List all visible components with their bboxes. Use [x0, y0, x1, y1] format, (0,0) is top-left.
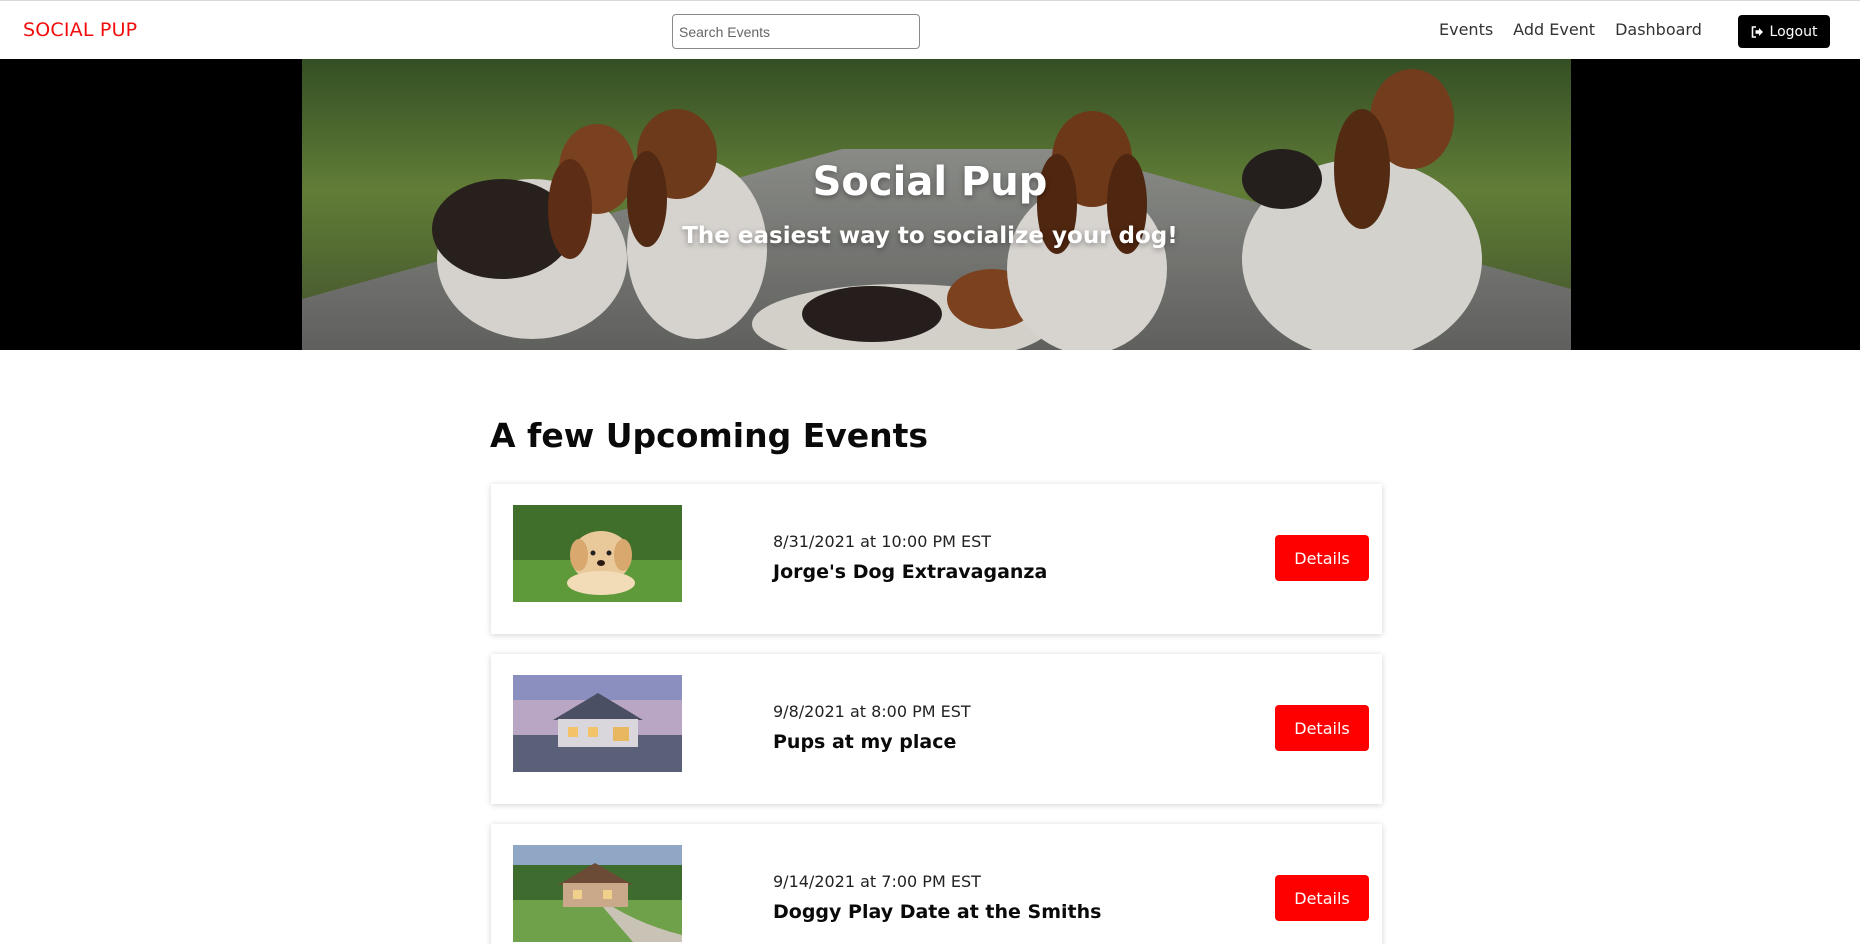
navbar: SOCIAL PUP Events Add Event Dashboard Lo… [0, 0, 1860, 59]
event-card: 9/14/2021 at 7:00 PM EST Doggy Play Date… [491, 824, 1382, 944]
details-button[interactable]: Details [1275, 705, 1369, 751]
brand-logo[interactable]: SOCIAL PUP [23, 19, 137, 41]
event-name: Jorge's Dog Extravaganza [773, 561, 1048, 583]
hero-subtitle: The easiest way to socialize your dog! [682, 223, 1178, 249]
hero-title: Social Pup [812, 159, 1048, 205]
event-date: 9/14/2021 at 7:00 PM EST [773, 872, 981, 891]
event-image-puppy [513, 505, 682, 602]
search-input[interactable] [672, 14, 920, 49]
details-button[interactable]: Details [1275, 875, 1369, 921]
event-name: Pups at my place [773, 731, 957, 753]
upcoming-events-heading: A few Upcoming Events [490, 416, 929, 455]
logout-label: Logout [1769, 23, 1818, 40]
details-button[interactable]: Details [1275, 535, 1369, 581]
nav-links: Events Add Event Dashboard [1439, 20, 1722, 39]
event-card: 8/31/2021 at 10:00 PM EST Jorge's Dog Ex… [491, 484, 1382, 634]
event-image-house-lawn [513, 845, 682, 942]
nav-link-events[interactable]: Events [1439, 20, 1493, 39]
event-date: 9/8/2021 at 8:00 PM EST [773, 702, 971, 721]
event-name: Doggy Play Date at the Smiths [773, 901, 1102, 923]
nav-link-add-event[interactable]: Add Event [1513, 20, 1595, 39]
hero-banner: Social Pup The easiest way to socialize … [0, 59, 1860, 350]
event-image-house-dusk [513, 675, 682, 772]
nav-link-dashboard[interactable]: Dashboard [1615, 20, 1702, 39]
logout-button[interactable]: Logout [1738, 15, 1830, 48]
event-card: 9/8/2021 at 8:00 PM EST Pups at my place… [491, 654, 1382, 804]
sign-out-icon [1751, 25, 1764, 38]
event-date: 8/31/2021 at 10:00 PM EST [773, 532, 992, 551]
